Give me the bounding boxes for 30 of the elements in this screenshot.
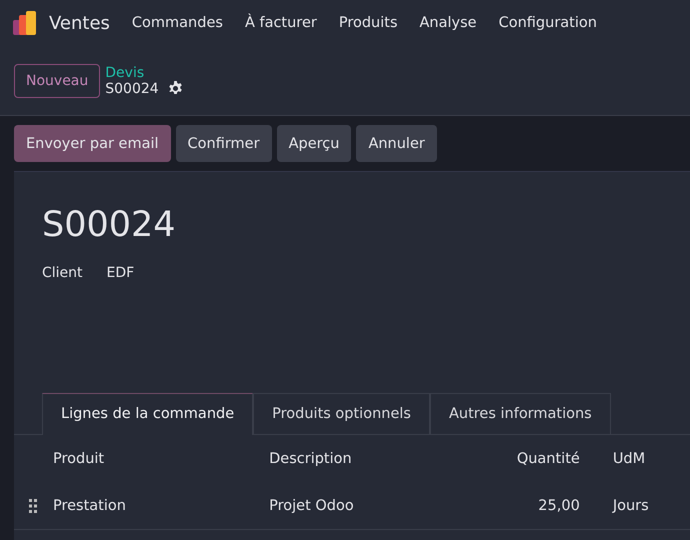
action-button[interactable]: Aperçu	[276, 125, 352, 162]
column-header[interactable]: Quantité	[452, 450, 580, 466]
menu-item[interactable]: Analyse	[420, 15, 477, 31]
record-name: S00024	[105, 80, 159, 96]
tab[interactable]: Autres informations	[430, 393, 611, 435]
field-value[interactable]: EDF	[106, 265, 134, 281]
tab[interactable]: Produits optionnels	[253, 393, 430, 435]
action-button[interactable]: Confirmer	[176, 125, 272, 162]
column-header[interactable]: UdM	[580, 450, 690, 466]
app-name[interactable]: Ventes	[49, 12, 110, 34]
settings-icon[interactable]	[168, 81, 183, 96]
record-title: S00024	[41, 204, 177, 245]
breadcrumb-link[interactable]: Devis	[105, 64, 183, 80]
table-cell-text: 25,00	[537, 498, 580, 514]
table-cell-text: Projet Odoo	[269, 498, 355, 514]
menu-item[interactable]: À facturer	[244, 15, 317, 31]
menu-item[interactable]: Commandes	[132, 15, 223, 31]
drag-handle-icon[interactable]	[29, 498, 37, 512]
new-button[interactable]: Nouveau	[14, 64, 100, 98]
tab[interactable]: Lignes de la commande	[42, 393, 254, 435]
action-button[interactable]: Envoyer par email	[14, 125, 171, 162]
table-cell-text: Jours	[611, 498, 650, 514]
action-button[interactable]: Annuler	[356, 125, 437, 162]
column-header[interactable]: Produit	[53, 450, 270, 466]
table-cell-text: Prestation	[53, 498, 127, 514]
field-label: Client	[42, 265, 83, 281]
column-header[interactable]: Description	[269, 450, 452, 466]
menu-item[interactable]: Produits	[338, 15, 398, 31]
app-logo-icon[interactable]	[12, 10, 38, 36]
menu-item[interactable]: Configuration	[498, 15, 597, 31]
